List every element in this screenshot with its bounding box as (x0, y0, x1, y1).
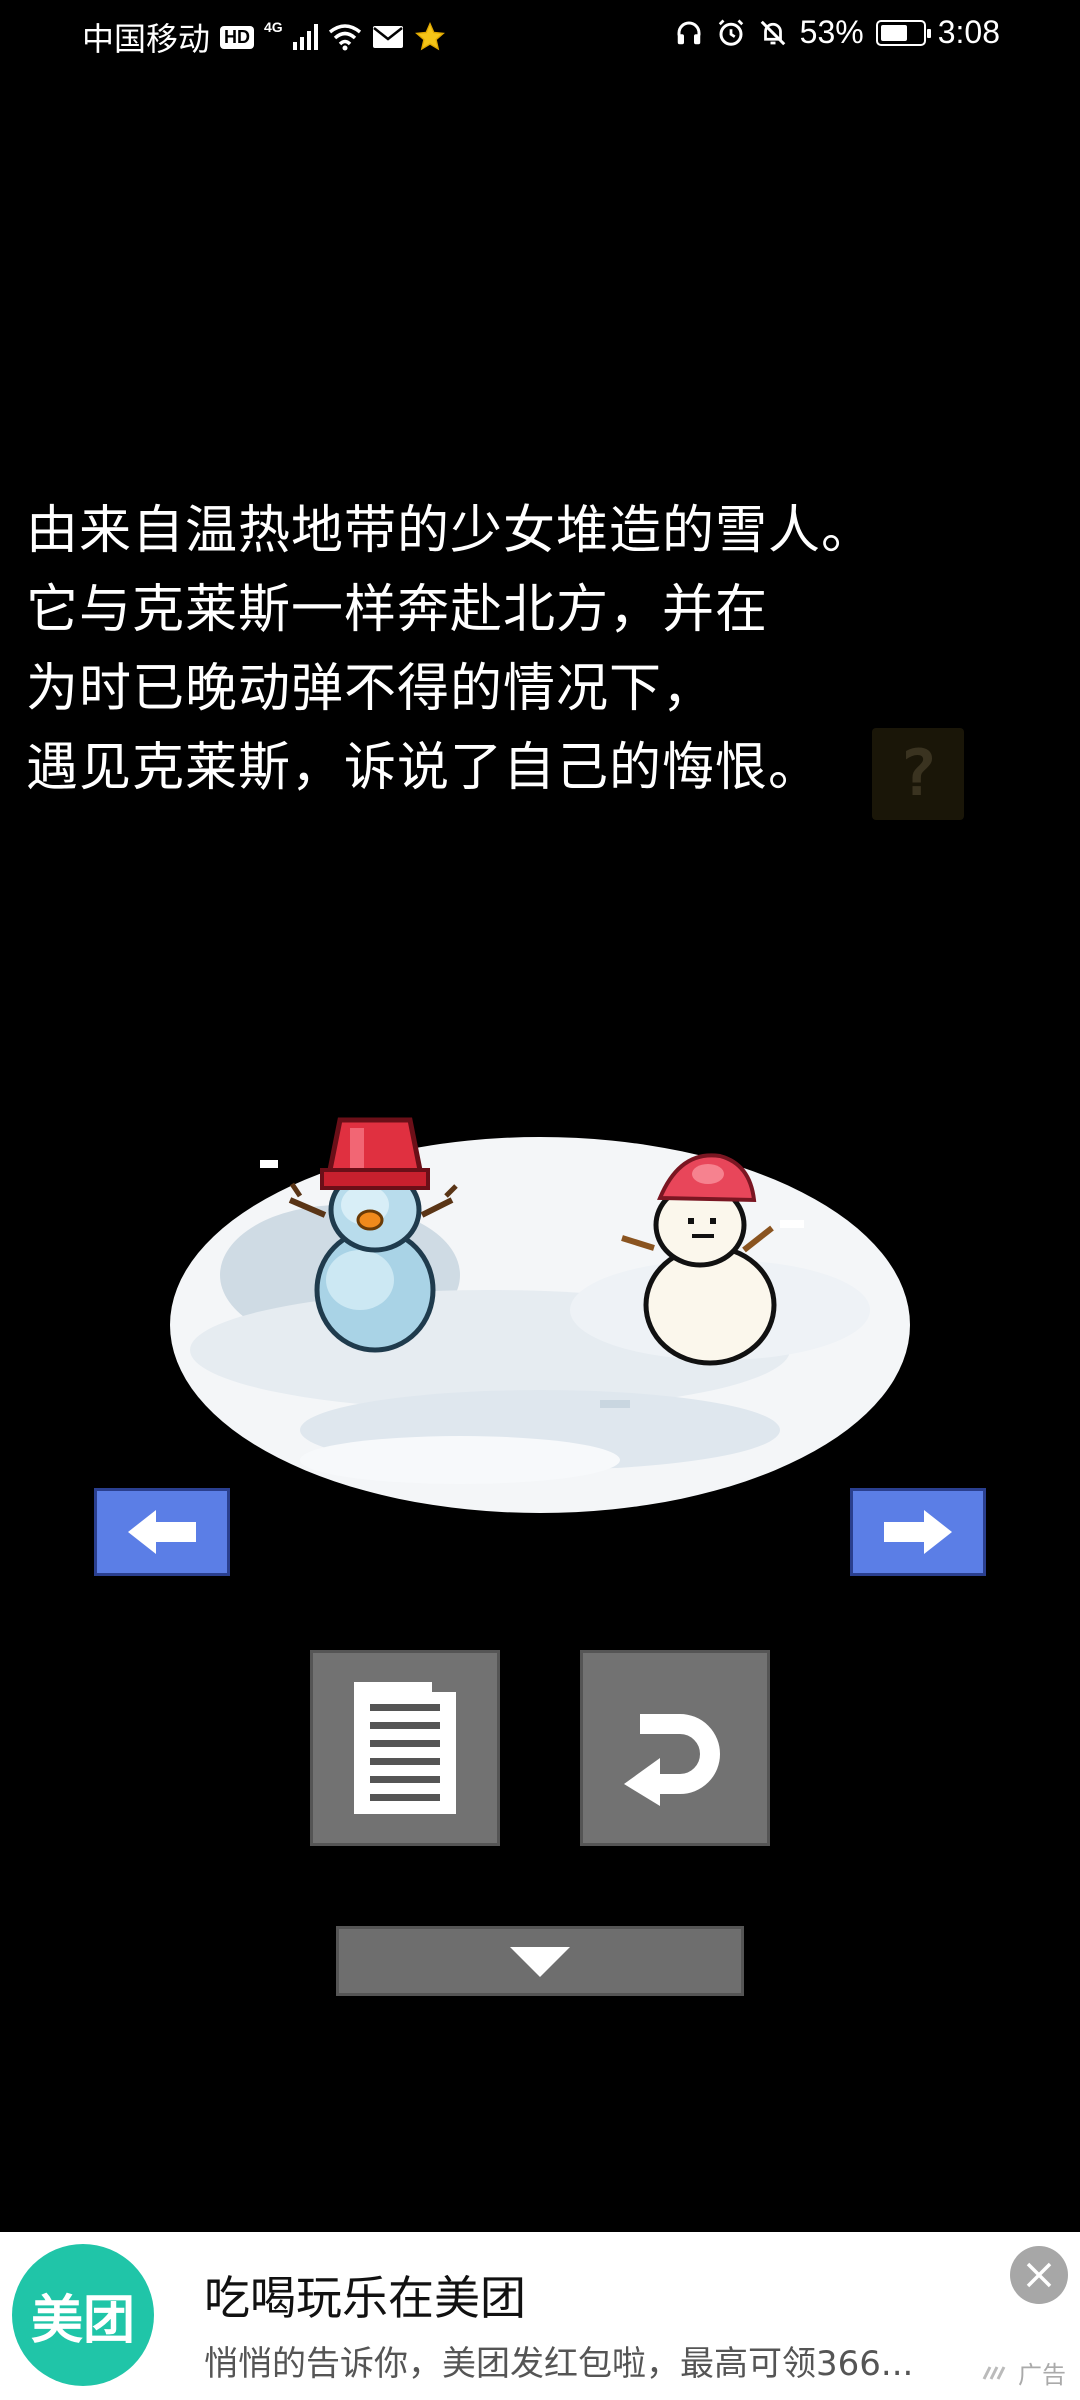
logo-text: 美团 (30, 2290, 135, 2351)
mute-bell-icon (760, 20, 785, 45)
close-icon (1026, 2262, 1052, 2288)
ad-tag-label: 广告 (1018, 2361, 1066, 2389)
hint-button[interactable]: ? (872, 728, 964, 820)
headphones-icon (677, 21, 701, 44)
network-type: 4G (264, 19, 283, 35)
ad-close-button[interactable] (1010, 2246, 1068, 2304)
chevron-down-icon (510, 1947, 570, 1977)
ad-tag: 广告 (982, 2355, 1066, 2390)
story-line: 它与克莱斯一样奔赴北方，并在 (26, 580, 769, 640)
status-bar: 中国移动 HD 4G 53% 3:08 (0, 0, 1080, 72)
mail-icon (372, 26, 403, 48)
star-icon (414, 22, 445, 51)
status-right: 53% 3:08 (674, 14, 1000, 51)
previous-button[interactable] (94, 1488, 230, 1576)
snow-patch (170, 1137, 910, 1513)
story-line: 由来自温热地带的少女堆造的雪人。 (26, 501, 875, 561)
collapse-button[interactable] (336, 1926, 744, 1996)
wifi-icon (328, 24, 361, 51)
next-button[interactable] (850, 1488, 986, 1576)
arrow-left-icon (128, 1510, 196, 1554)
question-mark-icon: ? (898, 737, 938, 811)
ad-title: 吃喝玩乐在美团 (204, 2271, 526, 2325)
clock: 3:08 (937, 14, 1000, 50)
signal-icon (292, 24, 318, 50)
meituan-logo: 美团 (12, 2244, 154, 2386)
status-left: 中国移动 HD 4G (82, 14, 446, 60)
ad-description: 悄悄的告诉你，美团发红包啦，最高可领366... (204, 2344, 914, 2384)
retry-button[interactable] (580, 1650, 770, 1846)
battery-icon (875, 19, 931, 46)
log-button[interactable] (310, 1650, 500, 1846)
arrow-right-icon (884, 1510, 952, 1554)
carrier-label: 中国移动 (82, 21, 211, 57)
battery-percent: 53% (799, 14, 864, 50)
document-icon (354, 1682, 456, 1814)
ad-mark-icon (982, 2365, 1006, 2380)
alarm-icon (718, 19, 743, 46)
story-line: 为时已晚动弹不得的情况下， (26, 659, 716, 719)
snowmen-scene (170, 1117, 910, 1513)
ad-banner[interactable]: 美团 吃喝玩乐在美团 悄悄的告诉你，美团发红包啦，最高可领366... 广告 (0, 2232, 1080, 2400)
hd-badge: HD (220, 25, 255, 49)
undo-icon (624, 1714, 720, 1806)
